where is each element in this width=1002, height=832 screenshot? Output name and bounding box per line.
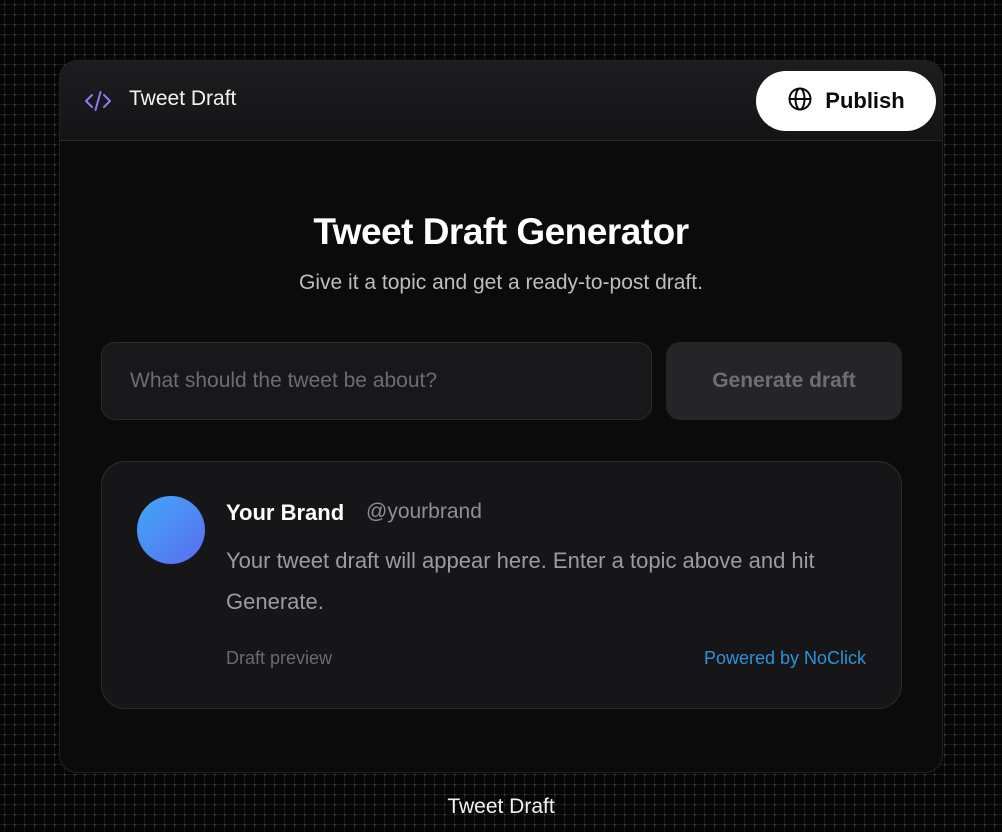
footer-label: Tweet Draft bbox=[447, 795, 555, 818]
brand-name: Your Brand bbox=[226, 500, 345, 525]
powered-by-link[interactable]: Powered by NoClick bbox=[704, 648, 866, 669]
tweet-body: Your tweet draft will appear here. Enter… bbox=[226, 548, 815, 614]
avatar bbox=[137, 496, 205, 564]
title-bar: Tweet Draft Publish bbox=[60, 61, 942, 141]
code-icon bbox=[84, 89, 112, 113]
publish-button[interactable]: Publish bbox=[756, 71, 936, 131]
draft-preview-label: Draft preview bbox=[226, 648, 333, 668]
page-subtitle: Give it a topic and get a ready-to-post … bbox=[299, 271, 703, 294]
generate-draft-button[interactable]: Generate draft bbox=[666, 342, 902, 420]
topic-input[interactable] bbox=[101, 342, 652, 420]
page-title: Tweet Draft Generator bbox=[313, 211, 689, 252]
globe-icon bbox=[787, 86, 813, 117]
app-window: Tweet Draft Publish Tweet Draft Generato… bbox=[59, 60, 943, 773]
publish-label: Publish bbox=[825, 88, 905, 113]
brand-handle: @yourbrand bbox=[366, 500, 482, 523]
tweet-preview-card: Your Brand @yourbrand Your tweet draft w… bbox=[101, 461, 902, 709]
app-title: Tweet Draft bbox=[129, 87, 237, 110]
